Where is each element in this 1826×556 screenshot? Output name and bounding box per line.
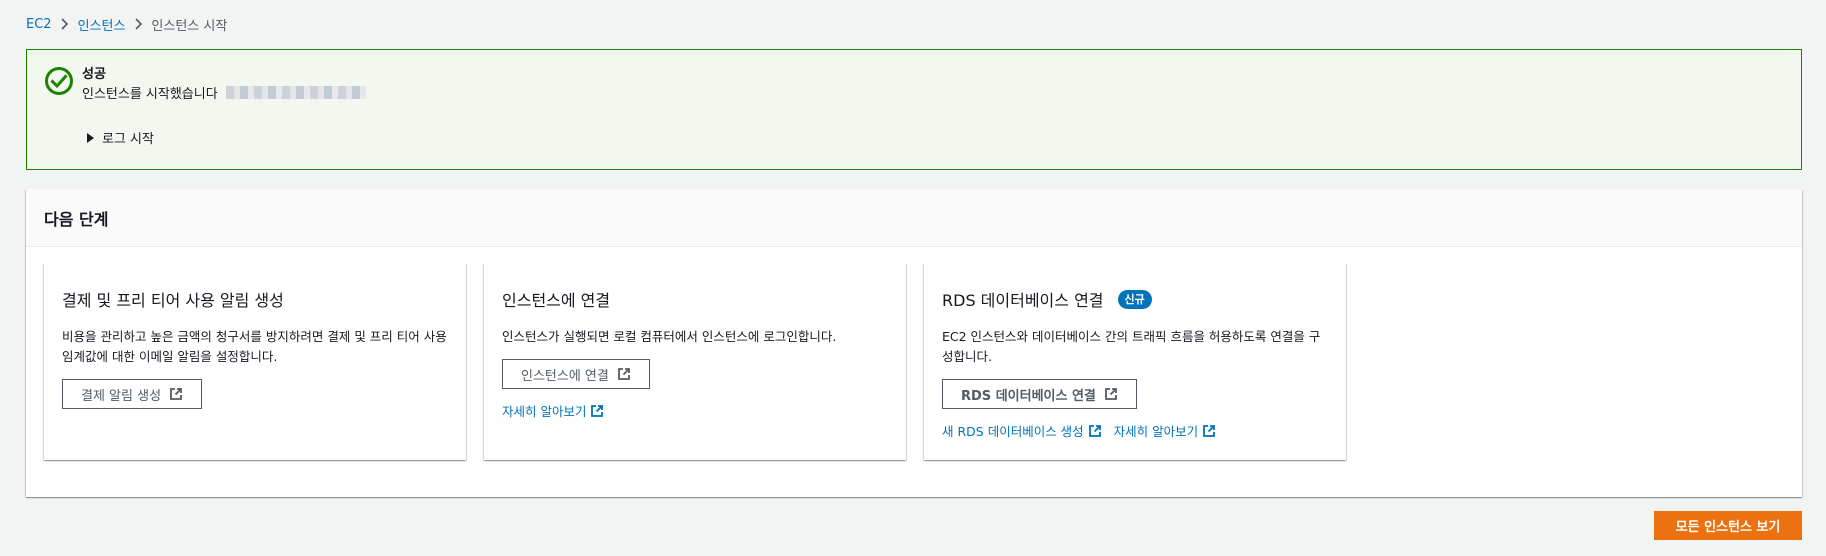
redacted-instance-id [225,86,366,99]
chevron-right-icon [125,18,151,30]
next-steps-panel: 다음 단계 결제 및 프리 티어 사용 알림 생성 비용을 관리하고 높은 금액… [26,189,1802,497]
connect-instance-card: 인스턴스에 연결 인스턴스가 실행되면 로컬 컴퓨터에서 인스턴스에 로그인합니… [484,263,906,460]
billing-alert-title: 결제 및 프리 티어 사용 알림 생성 [62,291,284,310]
connect-rds-button[interactable]: RDS 데이터베이스 연결 [942,379,1137,409]
external-link-icon [1203,424,1216,437]
flash-title: 성공 [82,67,106,82]
connect-learn-more-label: 자세히 알아보기 [502,404,587,419]
create-billing-alert-button[interactable]: 결제 알림 생성 [62,379,203,409]
next-steps-title: 다음 단계 [26,189,1802,247]
external-link-icon [1088,424,1101,437]
success-check-icon [45,67,73,95]
view-all-instances-button[interactable]: 모든 인스턴스 보기 [1654,511,1802,540]
success-flash: 성공 인스턴스를 시작했습니다 로그 시작 [26,49,1802,170]
rds-connect-description: EC2 인스턴스와 데이터베이스 간의 트래픽 흐름을 허용하도록 연결을 구성… [942,329,1321,364]
flash-message: 인스턴스를 시작했습니다 [82,83,366,102]
breadcrumb-instances-link[interactable]: 인스턴스 [78,15,126,34]
external-link-icon [170,388,182,400]
caret-right-icon [87,132,94,143]
launch-log-toggle[interactable]: 로그 시작 [87,128,154,147]
external-link-icon [617,368,630,380]
rds-learn-more-label: 자세히 알아보기 [1113,424,1199,439]
create-rds-link[interactable]: 새 RDS 데이터베이스 생성 [942,421,1102,440]
chevron-right-icon [52,18,78,30]
rds-connect-title: RDS 데이터베이스 연결 [942,291,1104,310]
connect-instance-button[interactable]: 인스턴스에 연결 [502,359,650,389]
create-rds-label: 새 RDS 데이터베이스 생성 [942,424,1084,439]
create-billing-alert-label: 결제 알림 생성 [81,388,162,404]
external-link-icon [591,404,604,417]
connect-learn-more-link[interactable]: 자세히 알아보기 [502,401,604,420]
breadcrumb: EC2 인스턴스 인스턴스 시작 [26,14,227,34]
new-badge: 신규 [1117,289,1152,309]
rds-learn-more-link[interactable]: 자세히 알아보기 [1114,421,1216,440]
connect-instance-label: 인스턴스에 연결 [521,368,609,384]
breadcrumb-current: 인스턴스 시작 [151,18,228,34]
launch-log-label: 로그 시작 [102,132,154,147]
external-link-icon [1105,388,1117,400]
rds-connect-title-row: RDS 데이터베이스 연결 신규 [942,287,1328,311]
billing-alert-description: 비용을 관리하고 높은 금액의 청구서를 방지하려면 결제 및 프리 티어 사용… [62,329,447,364]
connect-instance-title: 인스턴스에 연결 [502,291,611,310]
breadcrumb-ec2-link[interactable]: EC2 [26,17,52,32]
billing-alert-card: 결제 및 프리 티어 사용 알림 생성 비용을 관리하고 높은 금액의 청구서를… [44,263,466,460]
rds-connect-card: RDS 데이터베이스 연결 신규 EC2 인스턴스와 데이터베이스 간의 트래픽… [924,263,1346,460]
connect-rds-label: RDS 데이터베이스 연결 [961,388,1096,404]
flash-message-text: 인스턴스를 시작했습니다 [82,87,218,102]
connect-instance-description: 인스턴스가 실행되면 로컬 컴퓨터에서 인스턴스에 로그인합니다. [502,329,837,344]
